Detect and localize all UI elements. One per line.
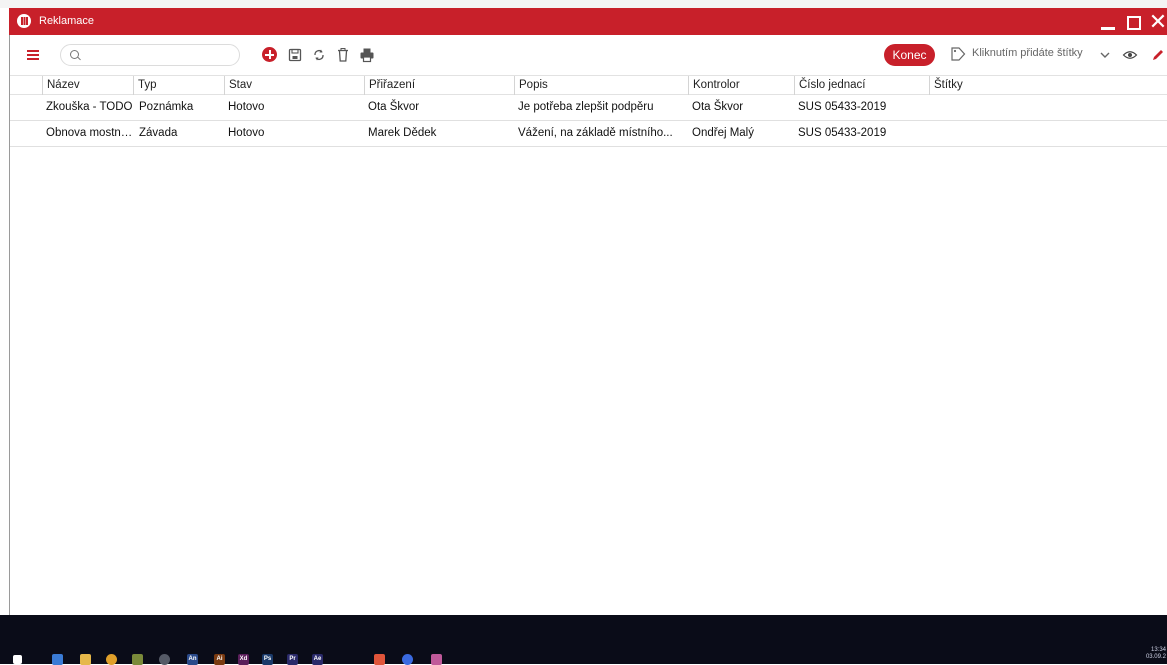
animate-icon[interactable]: An [187,654,198,665]
messenger-icon[interactable] [402,654,413,665]
app-icon[interactable] [132,654,143,665]
cell-cislo-jednaci: SUS 05433-2019 [798,127,887,139]
cell-popis: Je potřeba zlepšit podpěru [518,101,654,113]
illustrator-icon[interactable]: Ai [214,654,225,665]
chevron-down-icon[interactable] [1097,47,1113,63]
toolbar: Konec Kliknutím přidáte štítky [10,35,1167,75]
cell-typ: Závada [139,127,178,139]
clock-time: 13:34 [1150,647,1166,653]
taskbar: 13:34 03.09.2 An Ai Xd Ps Pr Ae [0,615,1167,665]
table-row[interactable]: Zkouška - TODO Poznámka Hotovo Ota Škvor… [10,95,1167,121]
windows-start-icon[interactable] [13,655,22,664]
konec-button[interactable]: Konec [884,44,935,66]
column-header-cislo-jednaci[interactable]: Číslo jednací [794,76,929,95]
cell-cislo-jednaci: SUS 05433-2019 [798,101,887,113]
column-header-kontrolor[interactable]: Kontrolor [688,76,794,95]
chrome-icon[interactable] [106,654,117,665]
column-header-stav[interactable]: Stav [224,76,364,95]
cell-nazev: Zkouška - TODO [46,101,133,113]
column-header-prirazeni[interactable]: Přiřazení [364,76,514,95]
column-header-nazev[interactable]: Název [42,76,133,95]
after-effects-icon[interactable]: Ae [312,654,323,665]
save-icon[interactable] [287,47,303,63]
print-icon[interactable] [359,47,375,63]
add-button[interactable] [262,47,277,62]
cell-popis: Vážení, na základě místního... [518,127,673,139]
hamburger-icon [27,50,39,52]
clock-date: 03.09.2 [1145,654,1166,660]
menu-button[interactable] [22,43,46,67]
taskbar-clock[interactable]: 13:34 03.09.2 [1128,647,1166,661]
minimize-button[interactable] [1097,8,1121,35]
grid-header: Název Typ Stav Přiřazení Popis Kontrolor… [10,75,1167,95]
xd-icon[interactable]: Xd [238,654,249,665]
file-explorer-icon[interactable] [80,654,91,665]
cell-typ: Poznámka [139,101,194,113]
add-tags-hint[interactable]: Kliknutím přidáte štítky [972,47,1083,59]
cell-stav: Hotovo [228,127,265,139]
cell-prirazeni: Marek Dědek [368,127,437,139]
edge-icon[interactable] [52,654,63,665]
search-icon [70,50,79,59]
premiere-icon[interactable]: Pr [287,654,298,665]
app-window-icon[interactable] [431,654,442,665]
cell-stitky [929,95,1167,120]
table-row[interactable]: Obnova mostní... Závada Hotovo Marek Děd… [10,121,1167,147]
cell-kontrolor: Ondřej Malý [692,127,754,139]
cell-kontrolor: Ota Škvor [692,101,744,113]
column-header-popis[interactable]: Popis [514,76,688,95]
app-logo-icon [17,14,31,28]
tag-icon[interactable] [950,46,966,62]
cell-prirazeni: Ota Škvor [368,101,420,113]
delete-icon[interactable] [335,47,351,63]
window-title: Reklamace [39,15,95,27]
search-box [60,44,240,66]
search-input[interactable] [85,46,239,66]
github-icon[interactable] [159,654,170,665]
screen-top-strip [0,0,1167,8]
photoshop-icon[interactable]: Ps [262,654,273,665]
title-bar: Reklamace ✕ [9,8,1167,35]
edit-pencil-icon[interactable] [1150,47,1166,63]
cell-stav: Hotovo [228,101,265,113]
column-header-typ[interactable]: Typ [133,76,224,95]
close-button[interactable]: ✕ [1146,8,1167,35]
maximize-button[interactable] [1122,8,1146,35]
cell-nazev: Obnova mostní... [46,127,133,139]
eye-icon[interactable] [1122,47,1138,63]
refresh-icon[interactable] [311,47,327,63]
column-header-stitky[interactable]: Štítky [929,76,1167,95]
cell-stitky [929,121,1167,146]
figma-icon[interactable] [374,654,385,665]
